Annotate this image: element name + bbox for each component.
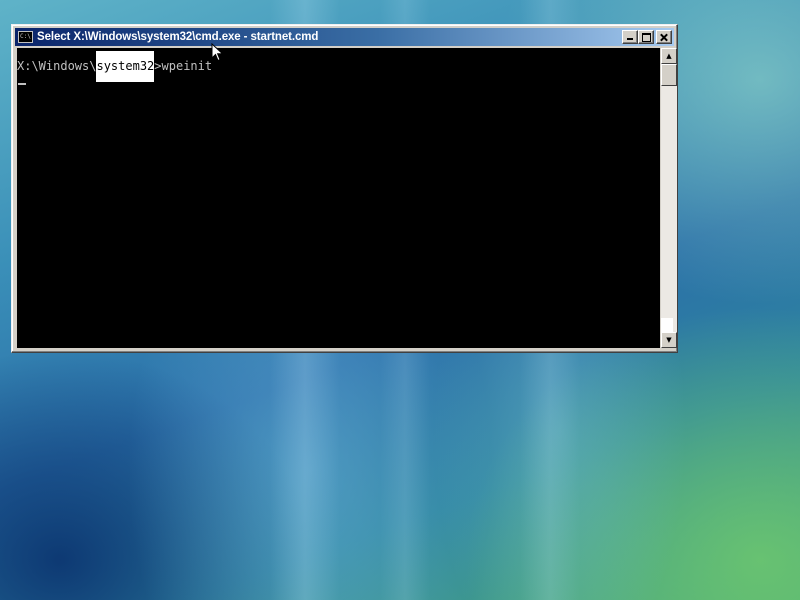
title-bar[interactable]: C:\ Select X:\Windows\system32\cmd.exe -…: [15, 28, 674, 46]
caption-buttons: [622, 30, 672, 44]
scroll-down-button[interactable]: ▼: [661, 332, 677, 348]
arrow-down-icon: ▼: [666, 336, 672, 344]
minimize-button[interactable]: [622, 30, 638, 44]
prompt-line: X:\Windows\system32>wpeinit: [17, 51, 213, 82]
vertical-scrollbar[interactable]: ▲ ▼: [661, 48, 677, 348]
close-button[interactable]: [656, 30, 672, 44]
scroll-thumb[interactable]: [661, 64, 677, 86]
prompt-prefix: X:\Windows\: [17, 59, 97, 73]
arrow-up-icon: ▲: [666, 52, 672, 60]
selected-text: system32: [96, 51, 155, 82]
maximize-button[interactable]: [638, 30, 654, 44]
console-output[interactable]: X:\Windows\system32>wpeinit: [17, 48, 660, 348]
cmd-icon[interactable]: C:\: [18, 31, 33, 43]
command-text: wpeinit: [161, 59, 213, 73]
window-title: Select X:\Windows\system32\cmd.exe - sta…: [37, 31, 319, 43]
text-cursor: [18, 83, 26, 85]
cmd-window[interactable]: C:\ Select X:\Windows\system32\cmd.exe -…: [11, 24, 678, 353]
scroll-track[interactable]: [661, 318, 673, 332]
scroll-up-button[interactable]: ▲: [661, 48, 677, 64]
mouse-pointer-icon: [211, 43, 224, 62]
prompt-suffix: >: [154, 59, 162, 73]
